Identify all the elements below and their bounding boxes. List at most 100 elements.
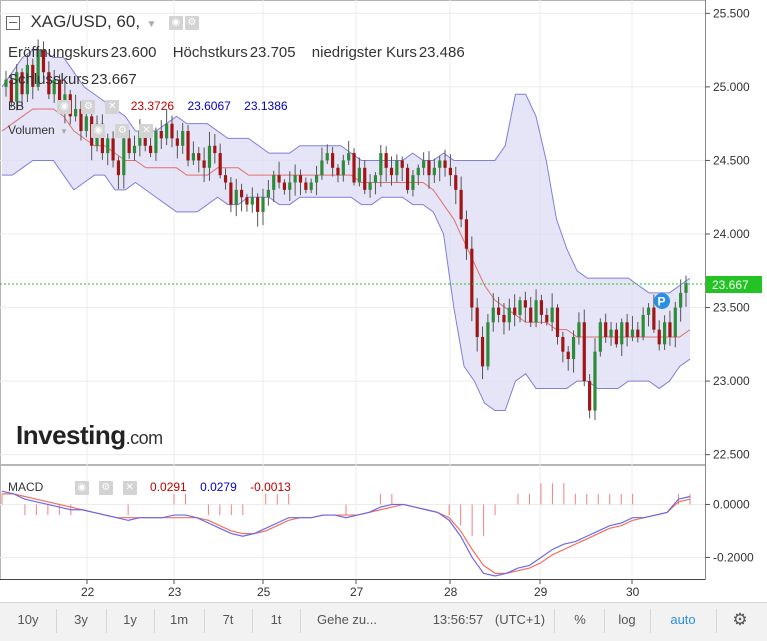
range-3y-button[interactable]: 3y xyxy=(58,603,104,641)
candle-body xyxy=(213,145,217,154)
candle-body xyxy=(518,300,522,315)
candle-body xyxy=(352,153,356,183)
time-tick-label: 25 xyxy=(257,585,271,599)
candle-body xyxy=(566,351,570,360)
goto-date-button[interactable]: Gehe zu... xyxy=(304,603,390,641)
range-1t-button[interactable]: 1t xyxy=(254,603,298,641)
price-tick-label: 22.500 xyxy=(713,448,750,462)
candle-body xyxy=(491,307,495,323)
candle-body xyxy=(480,336,485,367)
percent-scale-button[interactable]: % xyxy=(560,603,600,641)
candle-body xyxy=(534,300,538,323)
bb-row: BB ◉ ⚙ ✕ 23.3726 23.6067 23.1386 xyxy=(8,99,298,114)
symbol-title[interactable]: XAG/USD, 60, xyxy=(30,12,140,31)
candle-body xyxy=(304,182,308,190)
candle-body xyxy=(282,182,287,190)
candle-body xyxy=(438,160,442,168)
close-row: Schlusskurs 23.667 xyxy=(8,71,147,88)
candle-body xyxy=(122,138,126,176)
log-scale-button[interactable]: log xyxy=(608,603,646,641)
gear-icon[interactable]: ⚙ xyxy=(98,480,113,495)
range-1y-button[interactable]: 1y xyxy=(108,603,152,641)
candle-body xyxy=(261,197,265,212)
last-price-tag: 23.667 xyxy=(706,276,762,293)
candle-body xyxy=(266,189,270,198)
chevron-down-icon[interactable]: ▼ xyxy=(147,19,157,30)
p-marker-icon[interactable]: P xyxy=(654,293,670,309)
candle-body xyxy=(448,167,453,176)
candle-body xyxy=(186,131,190,161)
candle-body xyxy=(582,322,586,382)
price-tick-label: 24.000 xyxy=(713,227,750,241)
gear-icon[interactable]: ⚙ xyxy=(184,15,199,30)
candle-body xyxy=(432,167,436,176)
candle-body xyxy=(127,138,131,154)
macd-tick-label: -0.2000 xyxy=(713,550,754,564)
candle-body xyxy=(630,329,635,337)
close-label: Schlusskurs xyxy=(8,71,89,88)
eye-icon[interactable]: ◉ xyxy=(91,123,106,138)
candle-body xyxy=(609,329,613,337)
candle-body xyxy=(293,175,297,183)
candle-body xyxy=(288,182,292,190)
candle-body xyxy=(229,182,233,205)
gear-icon[interactable]: ⚙ xyxy=(722,603,758,641)
eye-icon[interactable]: ◉ xyxy=(168,15,183,30)
clock-time: 13:56:57 xyxy=(432,612,484,627)
candle-body xyxy=(529,307,533,323)
candle-body xyxy=(459,189,463,220)
candle-body xyxy=(588,381,592,411)
macd-tick-label: 0.0000 xyxy=(713,497,750,511)
candle-body xyxy=(539,300,544,315)
candle-body xyxy=(389,167,394,176)
bb-label: BB xyxy=(8,99,25,113)
candle-body xyxy=(657,329,661,345)
candle-body xyxy=(470,248,474,308)
eye-icon[interactable]: ◉ xyxy=(57,99,72,114)
candle-body xyxy=(614,329,618,345)
svg-text:P: P xyxy=(658,295,666,309)
candle-body xyxy=(454,175,458,190)
time-tick-label: 23 xyxy=(168,585,182,599)
close-icon[interactable]: ✕ xyxy=(122,480,137,495)
candle-body xyxy=(496,307,501,315)
candle-body xyxy=(368,182,372,190)
macd-lines xyxy=(1,483,691,577)
gear-icon[interactable]: ⚙ xyxy=(81,99,96,114)
timezone-button[interactable]: (UTC+1) xyxy=(494,603,546,641)
time-tick-label: 27 xyxy=(350,585,364,599)
candle-body xyxy=(336,167,340,176)
candle-body xyxy=(357,167,361,183)
eye-icon[interactable]: ◉ xyxy=(74,480,89,495)
candle-body xyxy=(598,322,602,352)
candle-body xyxy=(314,175,319,183)
price-chart[interactable]: 25.500 25.000 24.500 24.000 23.500 23.000 22.5… xyxy=(0,0,767,602)
gear-icon[interactable]: ⚙ xyxy=(115,123,130,138)
candle-body xyxy=(400,160,404,168)
close-icon[interactable]: ✕ xyxy=(105,99,120,114)
time-axis[interactable]: 22 23 25 27 28 29 30 xyxy=(81,579,640,599)
range-7t-button[interactable]: 7t xyxy=(206,603,250,641)
candle-body xyxy=(646,307,651,315)
candle-body xyxy=(250,197,254,205)
candle-body xyxy=(170,123,174,139)
collapse-icon[interactable] xyxy=(6,15,20,30)
auto-scale-button[interactable]: auto xyxy=(654,603,712,641)
bb-middle-value: 23.6067 xyxy=(187,99,231,113)
candle-body xyxy=(148,145,153,154)
candle-body xyxy=(443,160,447,168)
candle-body xyxy=(218,153,222,176)
candle-body xyxy=(561,336,565,352)
macd-value: 0.0291 xyxy=(150,480,187,494)
candle-body xyxy=(422,160,426,168)
macd-label: MACD xyxy=(8,480,44,494)
range-10y-button[interactable]: 10y xyxy=(4,603,52,641)
candle-body xyxy=(363,167,367,190)
high-label: Höchstkurs xyxy=(172,44,248,61)
range-1m-button[interactable]: 1m xyxy=(156,603,202,641)
price-tick-label: 23.000 xyxy=(713,374,750,388)
chevron-down-icon[interactable]: ▼ xyxy=(60,127,68,136)
candle-body xyxy=(331,153,335,168)
close-icon[interactable]: ✕ xyxy=(139,123,154,138)
candle-body xyxy=(411,175,415,190)
